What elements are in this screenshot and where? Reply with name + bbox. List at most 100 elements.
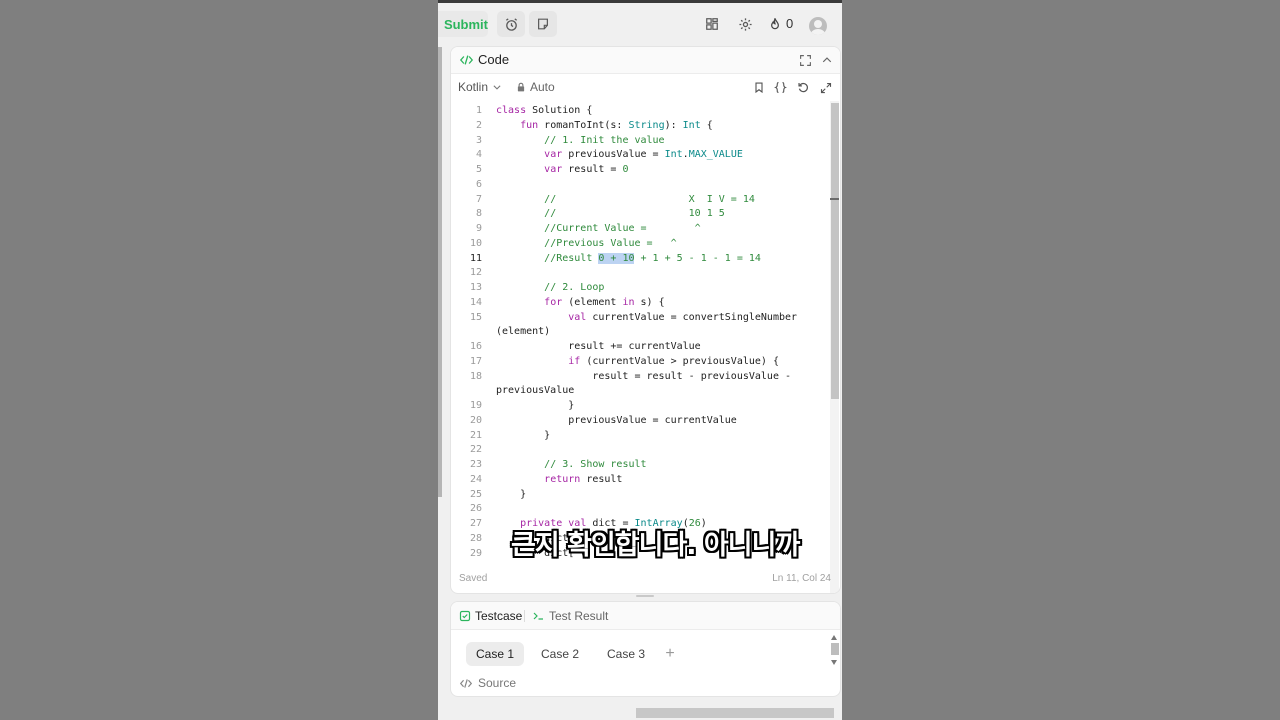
submit-button[interactable]: Submit [438, 11, 488, 37]
case-tab-1[interactable]: Case 1 [466, 642, 524, 666]
expand-icon [820, 82, 831, 93]
code-line[interactable]: 21 } [451, 428, 829, 443]
submit-label: Submit [443, 16, 488, 32]
code-line[interactable]: (element) [451, 324, 829, 339]
code-text: // 2. Loop [544, 282, 605, 293]
line-number: 5 [475, 164, 482, 175]
bookmark-button[interactable] [751, 80, 766, 95]
code-panel-header: Code [451, 47, 840, 74]
code-line[interactable]: 24 return result [451, 472, 829, 487]
code-line[interactable]: 25 } [451, 487, 829, 502]
language-select[interactable]: Kotlin [458, 80, 502, 94]
code-line[interactable]: 11 //Result 0 + 10 + 1 + 5 - 1 - 1 = 14 [451, 251, 829, 266]
format-button[interactable] [773, 80, 788, 95]
bookmark-icon [754, 82, 763, 94]
gear-icon [738, 17, 752, 31]
settings-button[interactable] [731, 11, 759, 37]
code-text: val currentValue = convertSingleNumber [568, 311, 798, 323]
auto-mode-toggle[interactable]: Auto [516, 80, 555, 94]
collapse-button[interactable] [819, 52, 835, 68]
expand-button[interactable] [818, 80, 833, 95]
code-line[interactable]: 2 fun romanToInt(s: String): Int { [451, 118, 829, 133]
line-number: 2 [475, 119, 482, 131]
code-line[interactable]: 19 } [451, 398, 829, 413]
maximize-icon [799, 54, 811, 66]
code-text: class Solution { [496, 105, 593, 116]
tab-test-result[interactable]: Test Result [532, 609, 608, 623]
source-label: Source [478, 676, 517, 690]
app-window: Submit 0 Code Kotlin Auto 1 class Soluti… [438, 0, 842, 720]
code-line[interactable]: 5 var result = 0 [451, 162, 829, 177]
editor-scroll-thumb[interactable] [831, 103, 839, 399]
code-line[interactable]: 26 [451, 501, 829, 516]
fire-icon [771, 17, 779, 29]
layout-grid-icon [706, 18, 718, 30]
cursor-position: Ln 11, Col 24 [772, 573, 831, 584]
line-number: 22 [469, 444, 482, 456]
code-line[interactable]: 22 [451, 442, 829, 457]
alarm-clock-icon [505, 17, 517, 31]
code-text: } [496, 429, 551, 441]
alarm-clock-button[interactable] [497, 11, 525, 37]
code-text: result = result - previousValue - [496, 370, 792, 382]
source-link[interactable]: Source [459, 676, 516, 690]
code-text: // 3. Show result [544, 459, 647, 470]
chevron-up-icon [822, 57, 832, 63]
notes-button[interactable] [529, 11, 557, 37]
test-scroll-thumb[interactable] [831, 643, 839, 655]
code-line[interactable]: 15 val currentValue = convertSingleNumbe… [451, 310, 829, 325]
checkbox-icon [459, 610, 471, 622]
code-line[interactable]: 12 [451, 265, 829, 280]
code-line[interactable]: 1 class Solution { [451, 103, 829, 118]
code-line[interactable]: 7 // X I V = 14 [451, 192, 829, 207]
test-panel-scrollbar[interactable] [830, 632, 839, 668]
line-number: 6 [475, 178, 482, 190]
note-icon [538, 18, 548, 30]
code-line[interactable]: 6 [451, 177, 829, 192]
line-number: 18 [469, 370, 482, 382]
reset-button[interactable] [796, 80, 811, 95]
test-panel: Testcase Test Result Case 1 Case 2 Case … [450, 601, 841, 697]
code-line[interactable]: 3 // 1. Init the value [451, 133, 829, 148]
layout-button[interactable] [698, 11, 726, 37]
line-number: 23 [469, 459, 482, 470]
code-line[interactable]: 13 // 2. Loop [451, 280, 829, 295]
code-editor[interactable]: 1 class Solution {2 fun romanToInt(s: Str… [451, 103, 829, 559]
line-number: 29 [469, 547, 482, 559]
code-line[interactable]: 18 result = result - previousValue - [451, 369, 829, 384]
panel-resize-handle[interactable] [636, 595, 654, 597]
editor-scrollbar[interactable] [830, 101, 839, 593]
horizontal-scrollbar[interactable] [636, 708, 834, 718]
scroll-up-arrow[interactable] [831, 635, 837, 640]
line-number: 24 [469, 473, 482, 485]
code-line[interactable]: 10 //Previous Value = ^ [451, 236, 829, 251]
code-text: //Current Value = ^ [544, 223, 701, 234]
maximize-button[interactable] [797, 52, 813, 68]
terminal-icon [533, 612, 543, 620]
code-text: var result = 0 [544, 164, 629, 175]
code-line[interactable]: previousValue [451, 383, 829, 398]
streak-counter[interactable]: 0 [768, 16, 793, 31]
code-text: (element) [496, 326, 551, 338]
case-tab-label: Case 2 [540, 647, 580, 661]
add-case-button[interactable]: + [659, 642, 681, 666]
code-line[interactable]: 9 //Current Value = ^ [451, 221, 829, 236]
code-line[interactable]: 8 // 10 1 5 [451, 206, 829, 221]
line-number: 7 [475, 193, 482, 205]
code-line[interactable]: 20 previousValue = currentValue [451, 413, 829, 428]
line-number: 21 [469, 429, 482, 441]
code-line[interactable]: 4 var previousValue = Int.MAX_VALUE [451, 147, 829, 162]
code-brackets-icon [459, 54, 474, 65]
scroll-down-arrow[interactable] [831, 660, 837, 665]
code-line[interactable]: 16 result += currentValue [451, 339, 829, 354]
tab-separator [524, 610, 525, 622]
tab-testcase[interactable]: Testcase [459, 609, 522, 623]
left-resize-strip[interactable] [438, 47, 442, 497]
code-line[interactable]: 14 for (element in s) { [451, 295, 829, 310]
user-avatar[interactable] [809, 17, 827, 35]
case-tab-2[interactable]: Case 2 [531, 642, 589, 666]
code-line[interactable]: 23 // 3. Show result [451, 457, 829, 472]
code-line[interactable]: 17 if (currentValue > previousValue) { [451, 354, 829, 369]
case-tab-3[interactable]: Case 3 [597, 642, 655, 666]
language-label: Kotlin [458, 80, 489, 94]
